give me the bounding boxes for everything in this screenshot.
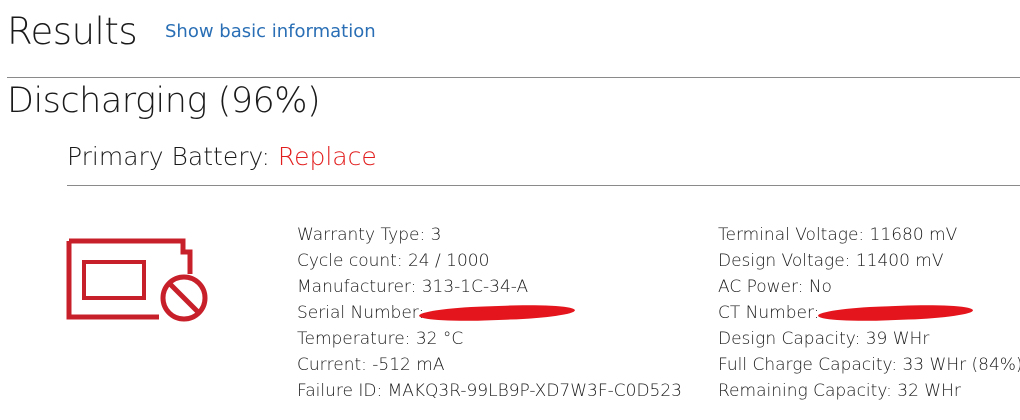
battery-status: Replace xyxy=(277,142,377,171)
terminal-voltage: Terminal Voltage: 11680 mV xyxy=(718,225,958,245)
show-basic-information-link[interactable]: Show basic information xyxy=(165,21,376,43)
battery-replace-icon xyxy=(66,238,208,322)
divider xyxy=(7,77,1020,78)
current: Current: -512 mA xyxy=(297,355,445,375)
battery-label: Primary Battery: xyxy=(67,142,278,171)
manufacturer: Manufacturer: 313-1C-34-A xyxy=(297,277,529,297)
cycle-count: Cycle count: 24 / 1000 xyxy=(297,251,490,271)
discharge-status-heading: Discharging (96%) xyxy=(7,81,321,121)
primary-battery-heading: Primary Battery: Replace xyxy=(67,141,377,172)
ct-number-row: CT Number: xyxy=(718,300,1020,326)
battery-details-right: Terminal Voltage: 11680 mV Design Voltag… xyxy=(718,222,1020,404)
divider xyxy=(67,185,1020,186)
battery-details-left: Warranty Type: 3 Cycle count: 24 / 1000 … xyxy=(297,222,682,404)
redaction-mark xyxy=(418,303,576,323)
battery-results-page: Results Show basic information Dischargi… xyxy=(0,0,1020,420)
failure-id: Failure ID: MAKQ3R-99LB9P-XD7W3F-C0D523 xyxy=(297,381,682,401)
serial-number-label: Serial Number: xyxy=(297,303,425,323)
ct-number-label: CT Number: xyxy=(718,303,820,323)
redaction-mark xyxy=(817,303,974,323)
ac-power: AC Power: No xyxy=(718,277,832,297)
remaining-capacity: Remaining Capacity: 32 WHr xyxy=(718,381,961,401)
design-voltage: Design Voltage: 11400 mV xyxy=(718,251,944,271)
temperature: Temperature: 32 °C xyxy=(297,329,464,349)
full-charge-capacity: Full Charge Capacity: 33 WHr (84%) xyxy=(718,355,1020,375)
design-capacity: Design Capacity: 39 WHr xyxy=(718,329,930,349)
serial-number-row: Serial Number: xyxy=(297,300,682,326)
warranty-type: Warranty Type: 3 xyxy=(297,225,442,245)
page-title: Results xyxy=(7,10,138,53)
